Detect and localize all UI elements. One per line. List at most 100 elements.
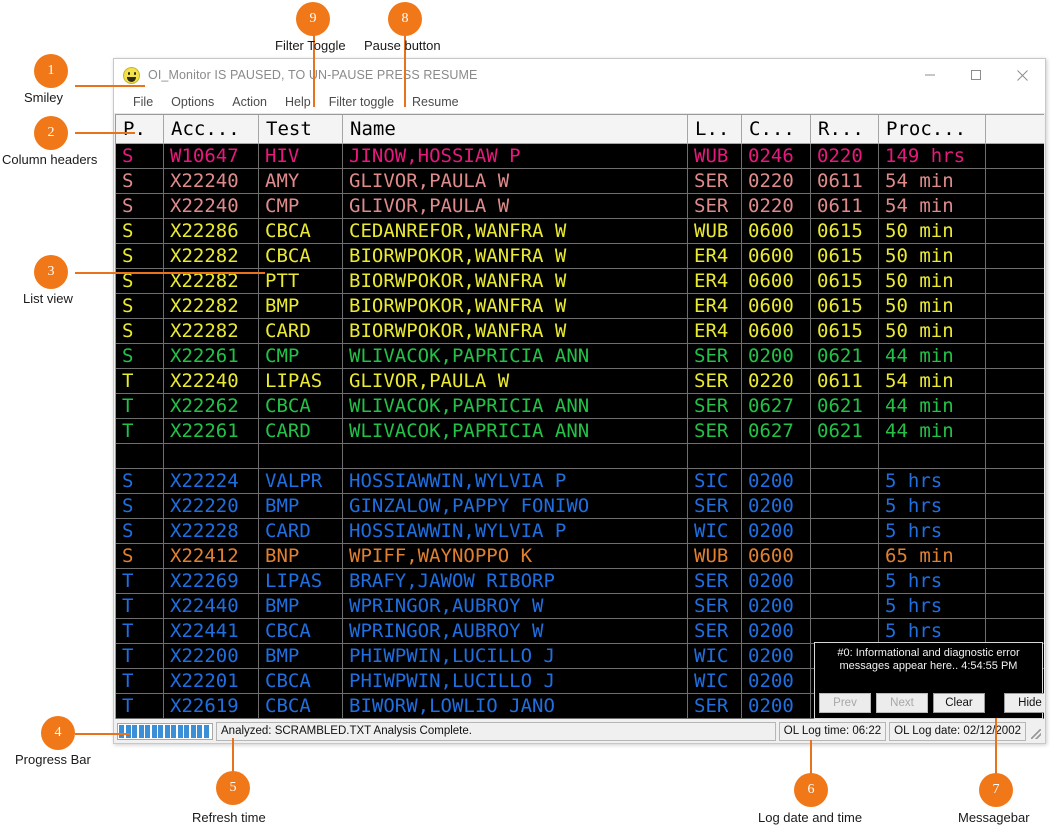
leader-line-1: [75, 85, 145, 87]
smiley-icon: [123, 66, 140, 84]
table-row[interactable]: S X22228 CARD HOSSIAWWIN,WYLVIA P WIC 0200 5 h…: [116, 519, 1044, 544]
cell-name: WPRINGOR,AUBROY W: [343, 619, 688, 643]
cell-process: [879, 444, 986, 468]
cell-priority: T: [116, 369, 164, 393]
resize-grip-icon[interactable]: [1029, 722, 1043, 741]
cell-accession: X22282: [164, 294, 259, 318]
table-row[interactable]: S X22282 CBCA BIORWPOKOR,WANFRA W ER4 0600 061…: [116, 244, 1044, 269]
cell-name: PHIWPWIN,LUCILLO J: [343, 644, 688, 668]
callout-3-number: 3: [47, 264, 55, 279]
cell-process: 44 min: [879, 394, 986, 418]
cell-priority: S: [116, 469, 164, 493]
table-row[interactable]: T X22240 LIPAS GLIVOR,PAULA W SER 0220 0611 54 …: [116, 369, 1044, 394]
cell-test: BMP: [259, 644, 343, 668]
cell-name: BIORWPOKOR,WANFRA W: [343, 269, 688, 293]
application-window: OI_Monitor IS PAUSED, TO UN-PAUSE PRESS …: [113, 58, 1046, 744]
column-header-priority[interactable]: P.: [116, 115, 164, 144]
messagebar-next-button[interactable]: Next: [876, 692, 928, 713]
cell-process: 50 min: [879, 244, 986, 268]
callout-8: 8: [388, 2, 422, 36]
messagebar-text: #0: Informational and diagnostic error m…: [837, 647, 1020, 672]
column-header-received[interactable]: R...: [811, 115, 879, 144]
cell-process: 44 min: [879, 419, 986, 443]
cell-process: 5 hrs: [879, 469, 986, 493]
column-header-test[interactable]: Test: [259, 115, 343, 144]
menu-item-options[interactable]: Options: [162, 91, 223, 114]
cell-spacer: [986, 344, 1044, 368]
cell-accession: X22269: [164, 569, 259, 593]
table-row[interactable]: S X22220 BMP GINZALOW,PAPPY FONIWO SER 0200 5 …: [116, 494, 1044, 519]
cell-process: 65 min: [879, 544, 986, 568]
table-row[interactable]: S W10647 HIV JINOW,HOSSIAW P WUB 0246 0220 149 …: [116, 144, 1044, 169]
column-headers: P. Acc... Test Name L.. C... R... Proc..…: [116, 115, 1044, 144]
table-row[interactable]: S X22224 VALPR HOSSIAWWIN,WYLVIA P SIC 0200 5 …: [116, 469, 1044, 494]
progress-chunk: [145, 724, 150, 738]
menu-item-action[interactable]: Action: [223, 91, 276, 114]
cell-received: 0611: [811, 369, 879, 393]
list-view[interactable]: P. Acc... Test Name L.. C... R... Proc..…: [115, 114, 1044, 719]
table-row[interactable]: S X22286 CBCA CEDANREFOR,WANFRA W WUB 0600 061…: [116, 219, 1044, 244]
table-row[interactable]: S X22240 CMP GLIVOR,PAULA W SER 0220 0611 54 mi…: [116, 194, 1044, 219]
callout-1-label: Smiley: [24, 90, 64, 105]
cell-process: 50 min: [879, 269, 986, 293]
progress-chunk: [132, 724, 137, 738]
progress-chunk: [177, 724, 183, 738]
column-header-location[interactable]: L..: [688, 115, 742, 144]
cell-location: ER4: [688, 269, 742, 293]
callout-6-label: Log date and time: [758, 810, 863, 825]
table-row[interactable]: S X22282 BMP BIORWPOKOR,WANFRA W ER4 0600 0615…: [116, 294, 1044, 319]
table-row[interactable]: [116, 444, 1044, 469]
cell-spacer: [986, 144, 1044, 168]
cell-collected: 0600: [742, 269, 811, 293]
table-row[interactable]: T X22269 LIPAS BRAFY,JAWOW RIBORP SER 0200 5 h…: [116, 569, 1044, 594]
table-row[interactable]: S X22261 CMP WLIVACOK,PAPRICIA ANN SER 0200 06…: [116, 344, 1044, 369]
cell-location: SER: [688, 594, 742, 618]
cell-spacer: [986, 244, 1044, 268]
minimize-button[interactable]: [907, 59, 953, 91]
menu-item-file[interactable]: File: [124, 91, 162, 114]
cell-name: GLIVOR,PAULA W: [343, 194, 688, 218]
table-row[interactable]: T X22440 BMP WPRINGOR,AUBROY W SER 0200 5 hrs: [116, 594, 1044, 619]
callout-4-label: Progress Bar: [15, 752, 91, 767]
cell-name: WLIVACOK,PAPRICIA ANN: [343, 394, 688, 418]
cell-accession: X22220: [164, 494, 259, 518]
column-header-name[interactable]: Name: [343, 115, 688, 144]
column-header-collected[interactable]: C...: [742, 115, 811, 144]
close-button[interactable]: [999, 59, 1045, 91]
cell-priority: T: [116, 669, 164, 693]
cell-test: BNP: [259, 544, 343, 568]
menu-item-filter-toggle[interactable]: Filter toggle: [320, 91, 403, 114]
cell-name: WLIVACOK,PAPRICIA ANN: [343, 419, 688, 443]
cell-accession: X22262: [164, 394, 259, 418]
cell-test: PTT: [259, 269, 343, 293]
table-row[interactable]: S X22412 BNP WPIFF,WAYNOPPO K WUB 0600 65 min: [116, 544, 1044, 569]
messagebar-clear-button[interactable]: Clear: [933, 692, 985, 713]
cell-location: SER: [688, 344, 742, 368]
cell-priority: T: [116, 644, 164, 668]
callout-8-number: 8: [401, 11, 409, 26]
progress-chunk: [125, 724, 131, 738]
table-row[interactable]: T X22262 CBCA WLIVACOK,PAPRICIA ANN SER 0627 0…: [116, 394, 1044, 419]
table-row[interactable]: S X22282 CARD BIORWPOKOR,WANFRA W ER4 0600 061…: [116, 319, 1044, 344]
window-controls: [907, 59, 1045, 91]
cell-location: SER: [688, 619, 742, 643]
cell-name: HOSSIAWWIN,WYLVIA P: [343, 469, 688, 493]
menu-item-resume[interactable]: Resume: [403, 91, 468, 114]
messagebar-hide-button[interactable]: Hide: [1004, 692, 1044, 713]
messagebar-prev-button[interactable]: Prev: [819, 692, 871, 713]
callout-7-number: 7: [992, 782, 1000, 797]
table-row[interactable]: S X22240 AMY GLIVOR,PAULA W SER 0220 0611 54 mi…: [116, 169, 1044, 194]
cell-accession: X22240: [164, 369, 259, 393]
cell-location: SER: [688, 694, 742, 718]
cell-received: 0621: [811, 394, 879, 418]
messagebar[interactable]: #0: Informational and diagnostic error m…: [814, 642, 1044, 719]
maximize-button[interactable]: [953, 59, 999, 91]
cell-location: ER4: [688, 244, 742, 268]
column-header-process[interactable]: Proc...: [879, 115, 986, 144]
cell-spacer: [986, 419, 1044, 443]
cell-name: [343, 444, 688, 468]
table-row[interactable]: T X22261 CARD WLIVACOK,PAPRICIA ANN SER 0627 0…: [116, 419, 1044, 444]
table-row[interactable]: T X22441 CBCA WPRINGOR,AUBROY W SER 0200 5 hrs: [116, 619, 1044, 644]
column-header-accession[interactable]: Acc...: [164, 115, 259, 144]
cell-priority: S: [116, 244, 164, 268]
